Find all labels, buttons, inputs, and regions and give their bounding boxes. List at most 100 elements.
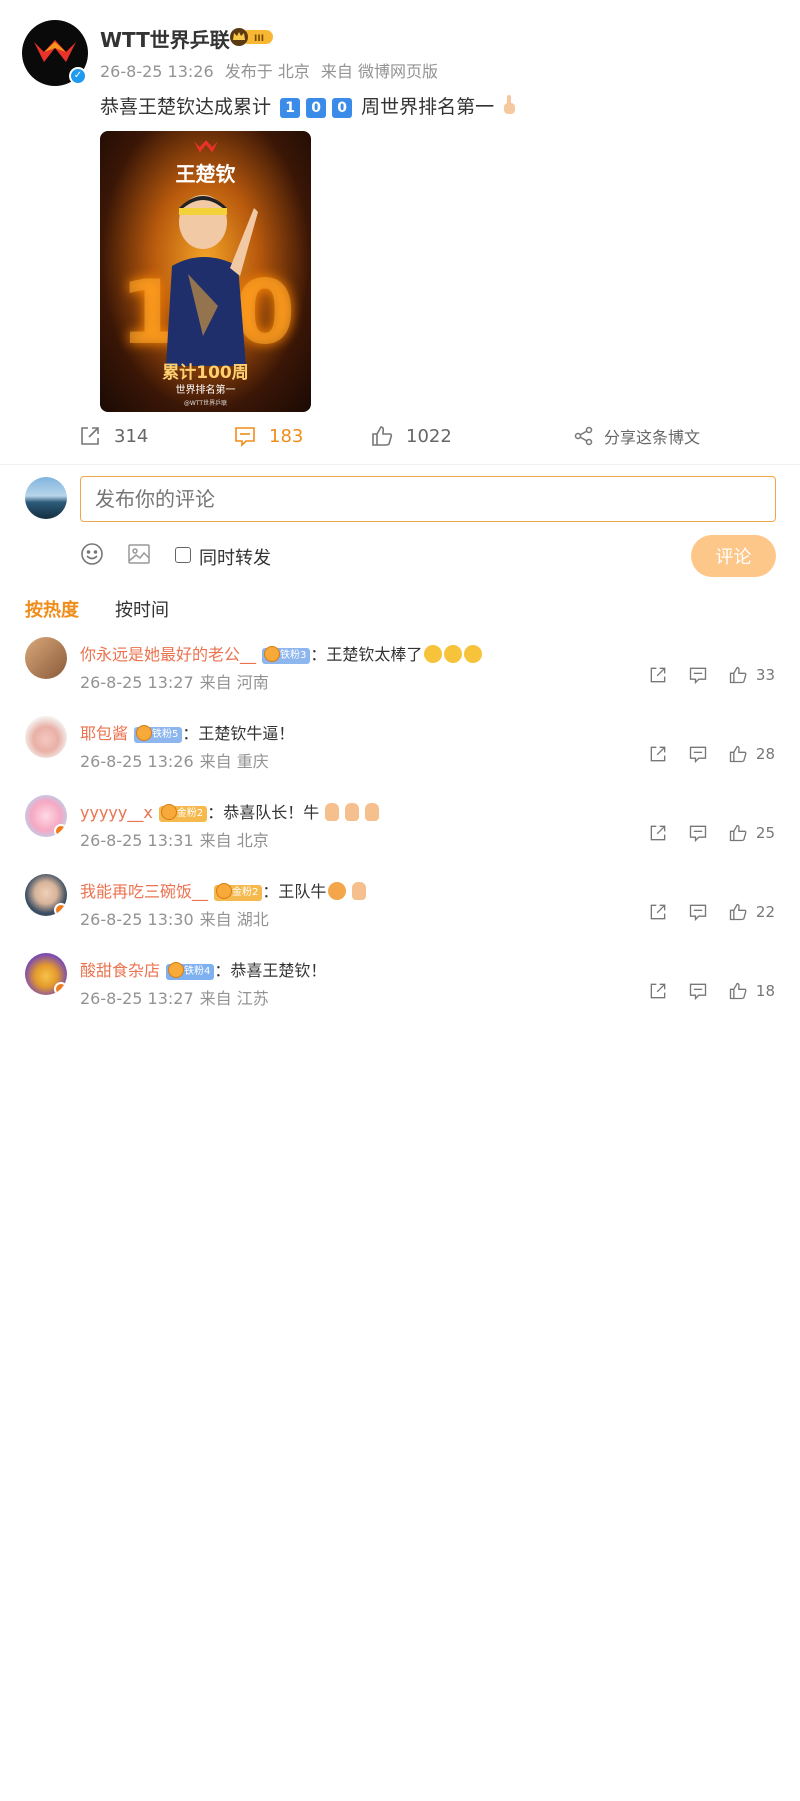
crying-emoji-icon	[424, 645, 443, 663]
comment-location: 来自 河南	[199, 673, 269, 692]
fan-badge[interactable]: 铁粉4	[166, 962, 215, 980]
reply-icon[interactable]	[688, 823, 708, 843]
comment-like-button[interactable]: 28	[728, 744, 775, 764]
comment-like-button[interactable]: 18	[728, 981, 775, 1001]
post-actions: 314 183 1022 分享这条博文	[0, 424, 800, 454]
reply-icon[interactable]	[688, 665, 708, 685]
repost-icon[interactable]	[648, 902, 668, 922]
like-button[interactable]: 1022	[370, 424, 452, 448]
crown-badge-icon[interactable]: III	[227, 27, 275, 47]
reply-icon[interactable]	[688, 902, 708, 922]
image-upload-icon[interactable]	[127, 542, 151, 566]
post-text-before: 恭喜王楚钦达成累计	[100, 96, 272, 118]
comment-actions: 33	[648, 665, 775, 685]
comment-time: 26-8-25 13:31	[80, 831, 194, 850]
comment-input[interactable]	[80, 476, 776, 522]
share-button[interactable]: 分享这条博文	[574, 424, 700, 448]
comment-item: yyyyy__x 金粉2 ：恭喜队长！牛 26-8-25 13:31 来自 北京 25	[0, 795, 800, 865]
comment-text: ：恭喜队长！牛	[207, 803, 320, 822]
thumbs-up-emoji-icon	[365, 803, 380, 821]
comment-meta: 26-8-25 13:27 来自 河南	[80, 669, 275, 693]
fan-badge[interactable]: 金粉2	[158, 804, 208, 822]
comment-item: 你永远是她最好的老公__ 铁粉3 ：王楚钦太棒了 26-8-25 13:27 来自 河…	[0, 637, 800, 707]
thumbs-up-icon	[729, 982, 747, 1000]
comment-meta: 26-8-25 13:27 来自 江苏	[80, 985, 275, 1009]
commenter-name[interactable]: 酸甜食杂店	[80, 961, 160, 980]
comment-line: yyyyy__x 金粉2 ：恭喜队长！牛	[80, 799, 380, 823]
comment-line: 耶包酱 铁粉5 ：王楚钦牛逼！	[80, 720, 294, 744]
commenter-avatar[interactable]	[25, 637, 67, 679]
commenter-avatar[interactable]	[25, 795, 67, 837]
comment-actions: 22	[648, 902, 775, 922]
image-watermark: @WTT世界乒联	[183, 400, 228, 407]
comment-icon	[235, 427, 255, 447]
point-up-emoji-icon	[504, 95, 516, 114]
image-title: 累计100周	[162, 363, 249, 383]
comment-like-count: 25	[755, 824, 775, 842]
commenter-avatar[interactable]	[25, 716, 67, 758]
repost-icon[interactable]	[648, 744, 668, 764]
repost-count: 314	[114, 425, 149, 447]
fan-badge[interactable]: 铁粉5	[134, 725, 183, 743]
comment-location: 来自 江苏	[199, 989, 269, 1008]
fan-badge[interactable]: 金粉2	[214, 883, 263, 901]
comment-location: 来自 北京	[199, 831, 269, 850]
verified-icon	[54, 903, 67, 916]
comment-like-count: 28	[755, 745, 775, 763]
comment-location: 来自 重庆	[199, 752, 269, 771]
comment-text: ：王队牛	[262, 882, 327, 901]
crying-emoji-icon	[464, 645, 483, 663]
repost-icon	[81, 427, 99, 445]
commenter-avatar[interactable]	[25, 874, 67, 916]
comment-item: 耶包酱 铁粉5 ：王楚钦牛逼！ 26-8-25 13:26 来自 重庆 28	[0, 716, 800, 786]
commenter-name[interactable]: 你永远是她最好的老公__	[80, 645, 256, 664]
reply-icon[interactable]	[688, 981, 708, 1001]
commenter-avatar[interactable]	[25, 953, 67, 995]
repost-icon[interactable]	[648, 823, 668, 843]
post-time[interactable]: 26-8-25 13:26	[100, 62, 214, 81]
fan-badge[interactable]: 铁粉3	[262, 646, 311, 664]
sort-by-time-tab[interactable]: 按时间	[115, 596, 169, 622]
current-user-avatar[interactable]	[25, 477, 67, 519]
comment-text: ：王楚钦太棒了	[310, 645, 423, 664]
comment-button[interactable]: 183	[233, 424, 303, 448]
comment-like-button[interactable]: 33	[728, 665, 775, 685]
share-label: 分享这条博文	[604, 428, 701, 447]
post-meta: 26-8-25 13:26 发布于 北京 来自 微博网页版	[100, 58, 444, 82]
post-image[interactable]: 王楚钦 100 累计100周 世界排名第一 @WTT世界乒联	[100, 131, 311, 412]
sort-by-hot-tab[interactable]: 按热度	[25, 596, 79, 622]
thumbs-up-icon	[729, 745, 747, 763]
author-name[interactable]: WTT世界乒联	[100, 24, 230, 53]
reply-icon[interactable]	[688, 744, 708, 764]
like-count: 1022	[406, 425, 452, 447]
digit-key-3: 0	[332, 98, 353, 118]
thumbs-up-emoji-icon	[352, 882, 367, 900]
comment-like-count: 22	[755, 903, 775, 921]
verified-icon	[54, 824, 67, 837]
thumbs-up-icon	[729, 666, 747, 684]
commenter-name[interactable]: 我能再吃三碗饭__	[80, 882, 208, 901]
comment-time: 26-8-25 13:27	[80, 989, 194, 1008]
thumbs-up-icon	[729, 824, 747, 842]
image-wtt-logo-icon	[194, 140, 218, 153]
comment-location: 来自 湖北	[199, 910, 269, 929]
commenter-name[interactable]: 耶包酱	[80, 724, 128, 743]
comment-actions: 18	[648, 981, 775, 1001]
thumbs-up-icon	[372, 426, 393, 446]
repost-icon[interactable]	[648, 981, 668, 1001]
image-player-name: 王楚钦	[175, 162, 236, 186]
repost-icon[interactable]	[648, 665, 668, 685]
share-icon	[574, 426, 593, 446]
commenter-name[interactable]: yyyyy__x	[80, 803, 153, 822]
repost-button[interactable]: 314	[78, 424, 148, 448]
comment-like-count: 18	[755, 982, 775, 1000]
repost-checkbox[interactable]	[175, 547, 191, 563]
digit-key-1: 1	[280, 98, 301, 118]
repost-checkbox-label[interactable]: 同时转发	[199, 544, 271, 570]
submit-comment-button[interactable]: 评论	[691, 535, 776, 577]
comment-like-button[interactable]: 25	[728, 823, 775, 843]
comment-like-button[interactable]: 22	[728, 902, 775, 922]
emoji-icon[interactable]	[80, 542, 104, 566]
thumbs-up-emoji-icon	[325, 803, 340, 821]
comment-actions: 28	[648, 744, 775, 764]
